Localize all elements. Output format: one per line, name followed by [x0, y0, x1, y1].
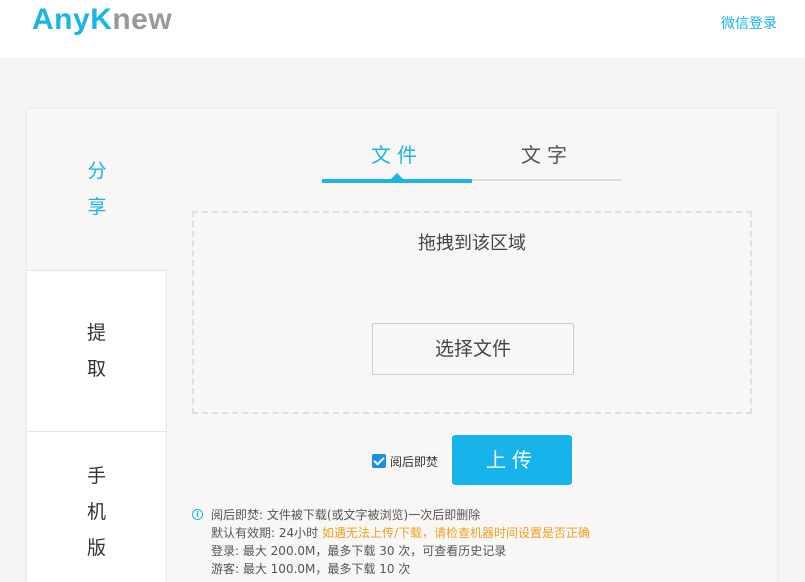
sidebar-item-retrieve-char-1: 提 [86, 322, 106, 344]
tab-text[interactable]: 文字 [472, 139, 622, 181]
sidebar-item-mobile-char-1: 手 [86, 464, 106, 487]
file-dropzone[interactable]: 拖拽到该区域 选择文件 [192, 211, 752, 414]
tab-file-label: 文件 [371, 143, 423, 167]
sidebar-item-retrieve-char-2: 取 [86, 358, 106, 380]
upload-button[interactable]: 上传 [452, 435, 572, 485]
burn-after-read-toggle[interactable]: 阅后即焚 [372, 452, 438, 470]
tab-file[interactable]: 文件 [322, 139, 472, 183]
note-time-warning: 如遇无法上传/下载，请检查机器时间设置是否正确 [321, 526, 591, 540]
note-login-limits: 登录: 最大 200.0M，最多下载 30 次，可查看历史记录 [211, 544, 507, 558]
wechat-login-link[interactable]: 微信登录 [721, 13, 777, 33]
info-icon: i [192, 509, 203, 520]
logo-text-any: Any [32, 3, 91, 36]
top-header: AnyKnew 微信登录 [0, 0, 805, 58]
sidebar-item-mobile-char-2: 机 [86, 500, 106, 523]
note-validity: 默认有效期: 24小时 如遇无法上传/下载，请检查机器时间设置是否正确 [211, 524, 590, 542]
sidebar-item-retrieve[interactable]: 提 取 [27, 270, 167, 431]
note-burn: 阅后即焚: 文件被下载(或文字被浏览)一次后即删除 [211, 508, 481, 522]
sidebar-item-share-char-1: 分 [87, 160, 107, 182]
note-validity-text: 默认有效期: 24小时 [211, 526, 319, 540]
sidebar-item-mobile[interactable]: 手 机 版 [27, 431, 167, 582]
logo-text-new: new [112, 3, 173, 36]
burn-after-read-label: 阅后即焚 [390, 454, 439, 469]
upload-type-tabs: 文件 文字 [322, 139, 622, 183]
sidebar-item-share-char-2: 享 [87, 196, 107, 218]
note-guest-limits: 游客: 最大 100.0M，最多下载 10 次 [211, 562, 411, 576]
active-tab-caret-icon [391, 173, 403, 179]
choose-file-button[interactable]: 选择文件 [372, 323, 574, 375]
dropzone-hint: 拖拽到该区域 [418, 233, 526, 254]
sidebar-item-share[interactable]: 分 享 [27, 109, 167, 269]
anyknew-logo[interactable]: AnyKnew [32, 2, 172, 38]
main-card: 分 享 提 取 手 机 版 文件 文字 拖拽到该区域 选择文件 阅后即焚 上传 … [27, 109, 777, 582]
logo-text-k: K [90, 3, 113, 36]
sidebar: 分 享 提 取 手 机 版 [27, 109, 167, 582]
burn-after-read-checkbox[interactable] [372, 454, 386, 468]
sidebar-item-mobile-char-3: 版 [86, 536, 106, 559]
tab-text-label: 文字 [521, 143, 573, 167]
